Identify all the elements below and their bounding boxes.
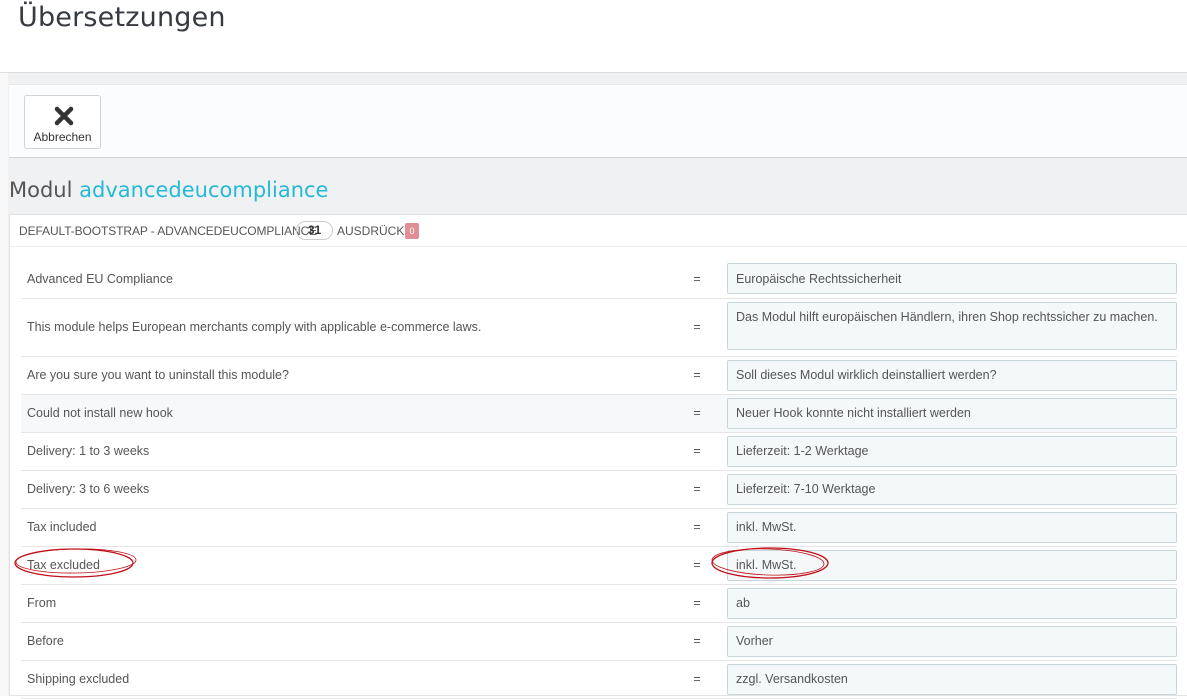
translation-input[interactable] bbox=[727, 511, 1177, 543]
equals-sign: = bbox=[667, 584, 727, 623]
table-row: Delivery: 1 to 3 weeks = bbox=[21, 432, 1177, 471]
table-row: Are you sure you want to uninstall this … bbox=[21, 356, 1177, 395]
translation-input[interactable] bbox=[727, 549, 1177, 581]
translation-input[interactable]: Das Modul hilft europäischen Händlern, i… bbox=[727, 301, 1177, 350]
panel-heading-text: DEFAULT-BOOTSTRAP - ADVANCEDEUCOMPLIANCE bbox=[19, 224, 318, 238]
table-row: Advanced EU Compliance = bbox=[21, 260, 1177, 299]
translation-input[interactable] bbox=[727, 359, 1177, 391]
cancel-label: Abbrechen bbox=[33, 130, 92, 144]
source-string: Advanced EU Compliance bbox=[21, 260, 667, 299]
cancel-button[interactable]: Abbrechen bbox=[24, 95, 101, 149]
toolbar: Abbrechen bbox=[9, 84, 1187, 158]
source-string: From bbox=[21, 584, 667, 623]
source-string: Before bbox=[21, 622, 667, 661]
source-string: Are you sure you want to uninstall this … bbox=[21, 356, 667, 395]
page-title: Übersetzungen bbox=[18, 2, 226, 33]
source-string: Delivery: 3 to 6 weeks bbox=[21, 470, 667, 509]
equals-sign: = bbox=[667, 394, 727, 433]
translation-cell: Das Modul hilft europäischen Händlern, i… bbox=[727, 298, 1177, 357]
close-icon bbox=[54, 106, 74, 126]
translation-cell bbox=[727, 356, 1177, 395]
equals-sign: = bbox=[667, 622, 727, 661]
source-string: Tax excluded bbox=[21, 546, 667, 585]
expressions-label: AUSDRÜCKE bbox=[337, 224, 413, 238]
equals-sign: = bbox=[667, 356, 727, 395]
module-heading: Modul advancedeucompliance bbox=[9, 178, 328, 202]
equals-sign: = bbox=[667, 432, 727, 471]
table-row: From = bbox=[21, 584, 1177, 623]
translation-cell bbox=[727, 508, 1177, 547]
source-string: Could not install new hook bbox=[21, 394, 667, 433]
translation-cell bbox=[727, 470, 1177, 509]
table-row: Delivery: 3 to 6 weeks = bbox=[21, 470, 1177, 509]
translation-cell bbox=[727, 394, 1177, 433]
equals-sign: = bbox=[667, 260, 727, 299]
translation-cell bbox=[727, 584, 1177, 623]
translation-cell bbox=[727, 660, 1177, 699]
equals-sign: = bbox=[667, 660, 727, 699]
equals-sign: = bbox=[667, 508, 727, 547]
equals-sign: = bbox=[667, 298, 727, 357]
table-row: This module helps European merchants com… bbox=[21, 298, 1177, 357]
source-string: Delivery: 1 to 3 weeks bbox=[21, 432, 667, 471]
panel-heading: DEFAULT-BOOTSTRAP - ADVANCEDEUCOMPLIANCE… bbox=[10, 215, 1187, 247]
translation-cell bbox=[727, 432, 1177, 471]
translation-cell bbox=[727, 546, 1177, 585]
translation-input[interactable] bbox=[727, 263, 1177, 295]
translation-input[interactable] bbox=[727, 587, 1177, 619]
translation-cell bbox=[727, 622, 1177, 661]
translation-cell bbox=[727, 260, 1177, 299]
translation-input[interactable] bbox=[727, 397, 1177, 429]
source-string: This module helps European merchants com… bbox=[21, 298, 667, 357]
table-row: Tax excluded = bbox=[21, 546, 1177, 585]
module-name: advancedeucompliance bbox=[79, 178, 329, 202]
translations-table: Advanced EU Compliance=This module helps… bbox=[21, 260, 1177, 699]
equals-sign: = bbox=[667, 546, 727, 585]
expressions-count-badge: 31 bbox=[296, 221, 333, 240]
table-row: Before = bbox=[21, 622, 1177, 661]
table-row: Shipping excluded = bbox=[21, 660, 1177, 699]
equals-sign: = bbox=[667, 470, 727, 509]
source-string: Tax included bbox=[21, 508, 667, 547]
table-row: Could not install new hook = bbox=[21, 394, 1177, 433]
translation-input[interactable] bbox=[727, 473, 1177, 505]
translation-input[interactable] bbox=[727, 663, 1177, 695]
source-string: Shipping excluded bbox=[21, 660, 667, 699]
missing-count-badge: 0 bbox=[405, 223, 419, 239]
module-prefix: Modul bbox=[9, 178, 73, 202]
table-row: Tax included = bbox=[21, 508, 1177, 547]
translation-input[interactable] bbox=[727, 435, 1177, 467]
translation-input[interactable] bbox=[727, 625, 1177, 657]
